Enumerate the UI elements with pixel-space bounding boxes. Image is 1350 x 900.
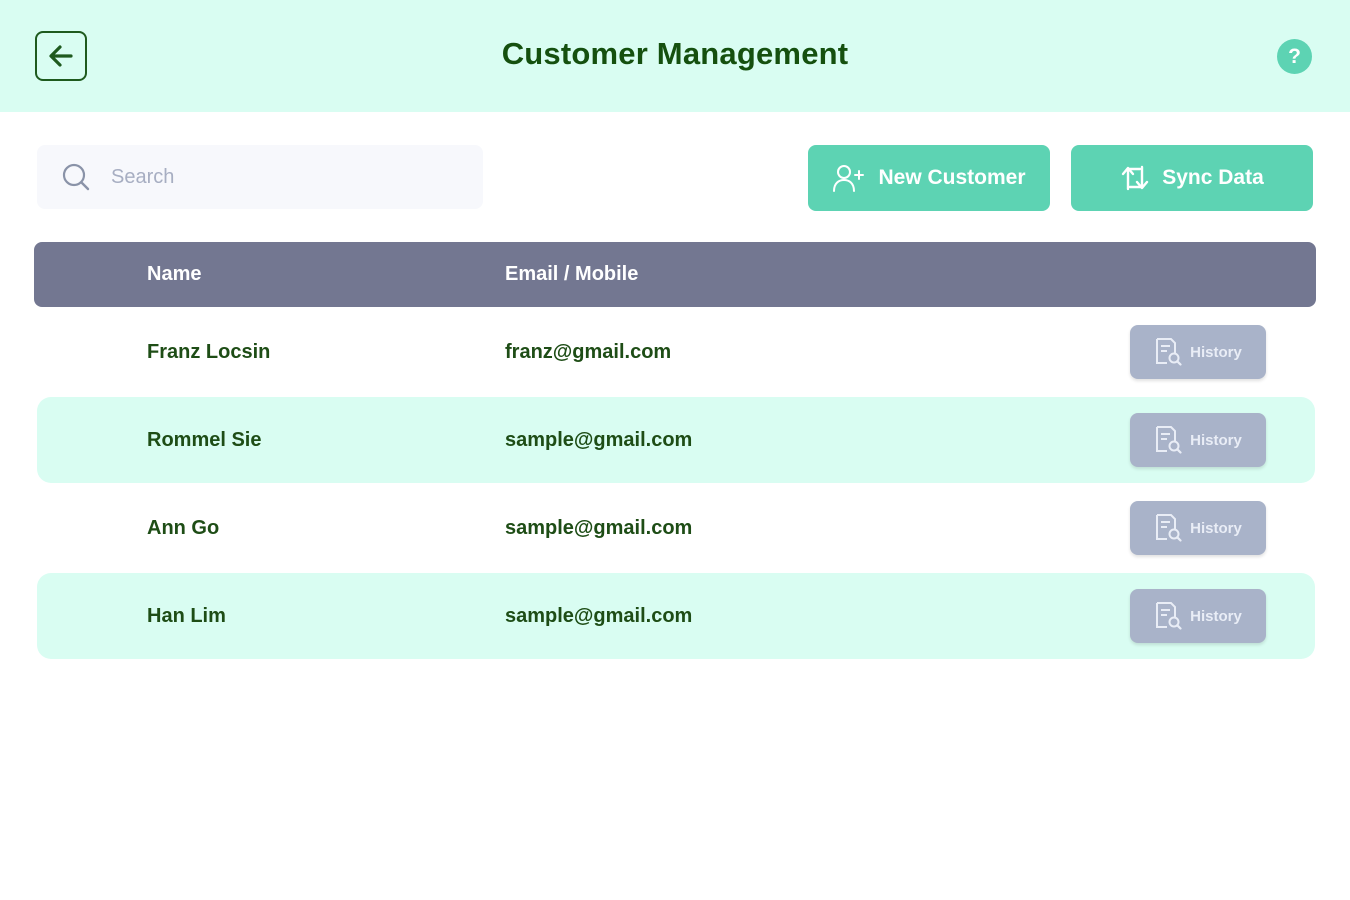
- table-row[interactable]: Franz Locsin franz@gmail.com History: [37, 309, 1315, 395]
- search-box[interactable]: [37, 145, 483, 209]
- page-title: Customer Management: [501, 36, 849, 71]
- history-label: History: [1190, 519, 1242, 537]
- document-search-icon: [1156, 514, 1182, 542]
- customer-name: Franz Locsin: [147, 341, 271, 363]
- document-search-icon: [1156, 338, 1182, 366]
- history-label: History: [1190, 343, 1242, 361]
- history-button[interactable]: History: [1130, 589, 1266, 643]
- table-header: Name Email / Mobile: [34, 242, 1316, 307]
- column-header-name[interactable]: Name: [147, 263, 201, 286]
- column-header-email[interactable]: Email / Mobile: [505, 263, 638, 286]
- customer-name: Han Lim: [147, 605, 226, 627]
- sync-data-button[interactable]: Sync Data: [1071, 145, 1313, 211]
- customer-name: Rommel Sie: [147, 429, 262, 451]
- table-row[interactable]: Ann Go sample@gmail.com History: [37, 485, 1315, 571]
- customer-email: sample@gmail.com: [505, 605, 693, 627]
- document-search-icon: [1156, 602, 1182, 630]
- history-button[interactable]: History: [1130, 413, 1266, 467]
- app-header: Customer Management ?: [0, 0, 1350, 112]
- sync-data-label: Sync Data: [1162, 166, 1264, 189]
- help-button[interactable]: ?: [1277, 39, 1312, 74]
- history-button[interactable]: History: [1130, 501, 1266, 555]
- search-icon: [62, 163, 90, 191]
- customer-email: franz@gmail.com: [505, 341, 672, 363]
- search-input[interactable]: [111, 165, 451, 189]
- customer-name: Ann Go: [147, 517, 220, 539]
- customer-email: sample@gmail.com: [505, 517, 693, 539]
- history-button[interactable]: History: [1130, 325, 1266, 379]
- add-user-icon: [833, 165, 865, 192]
- help-icon: ?: [1288, 44, 1301, 68]
- sync-icon: [1122, 165, 1149, 191]
- history-label: History: [1190, 607, 1242, 625]
- table-row[interactable]: Han Lim sample@gmail.com History: [37, 573, 1315, 659]
- customer-email: sample@gmail.com: [505, 429, 693, 451]
- new-customer-label: New Customer: [878, 166, 1026, 189]
- new-customer-button[interactable]: New Customer: [808, 145, 1050, 211]
- history-label: History: [1190, 431, 1242, 449]
- table-row[interactable]: Rommel Sie sample@gmail.com History: [37, 397, 1315, 483]
- document-search-icon: [1156, 426, 1182, 454]
